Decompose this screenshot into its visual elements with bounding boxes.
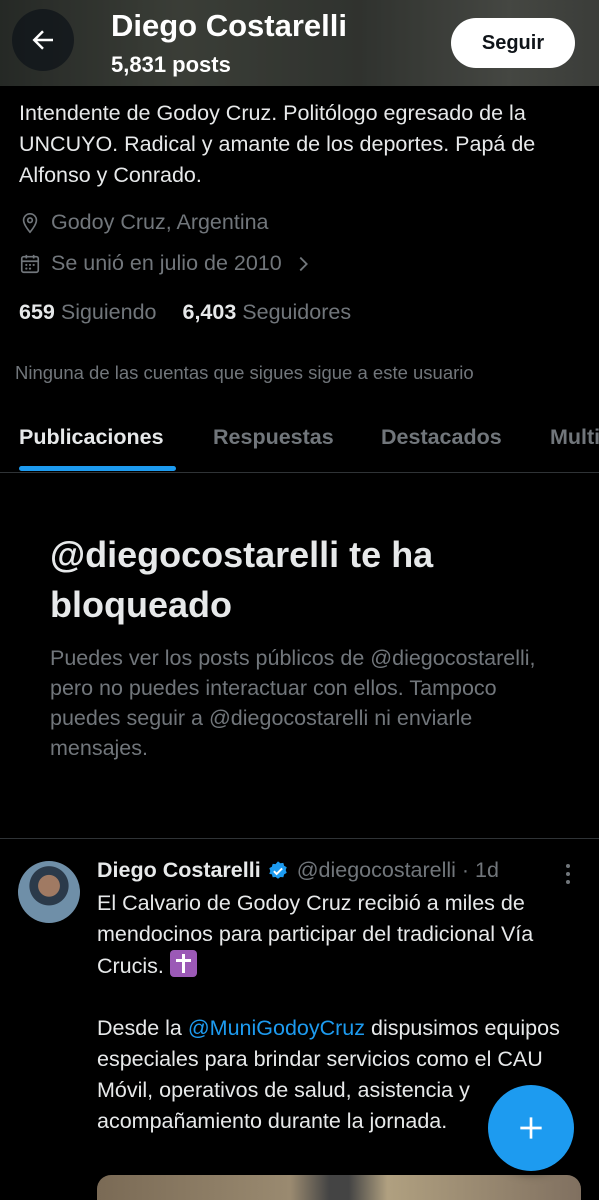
compose-plus-icon (520, 1117, 542, 1139)
back-arrow-icon (32, 30, 53, 50)
location-text: Godoy Cruz, Argentina (51, 210, 269, 234)
post-text-line1: El Calvario de Godoy Cruz recibió a mile… (97, 891, 534, 978)
post-mention-link[interactable]: @MuniGodoyCruz (188, 1016, 365, 1040)
joined-row[interactable]: Se unió en julio de 2010 (19, 251, 324, 276)
mutual-followers-note: Ninguna de las cuentas que sigues sigue … (15, 362, 474, 383)
profile-bio: Intendente de Godoy Cruz. Politólogo egr… (19, 101, 536, 187)
blocked-title: @diegocostarelli te ha bloqueado (50, 534, 434, 625)
compose-button[interactable] (488, 1085, 574, 1171)
blocked-description: Puedes ver los posts públicos de @diegoc… (50, 646, 536, 760)
post-text-pre: Desde la (97, 1016, 188, 1040)
post-header: Diego Costarelli @diegocostarelli · 1d (97, 858, 499, 883)
calendar-icon (20, 254, 40, 273)
active-tab-indicator (19, 466, 176, 471)
followers-stat[interactable]: 6,403 Seguidores (183, 300, 352, 325)
tab-respuestas[interactable]: Respuestas (213, 425, 334, 450)
back-button[interactable] (12, 9, 74, 71)
verified-badge-icon (268, 860, 287, 879)
profile-header: Diego Costarelli 5,831 posts Seguir (0, 0, 599, 86)
follow-stats: 659 Siguiendo 6,403 Seguidores (19, 300, 351, 325)
location-pin-icon (22, 212, 38, 233)
post-media-image[interactable] (97, 1175, 581, 1200)
follow-button[interactable]: Seguir (451, 18, 575, 68)
following-stat[interactable]: 659 Siguiendo (19, 300, 157, 325)
followers-count: 6,403 (182, 300, 237, 324)
divider (0, 838, 599, 839)
tab-publicaciones[interactable]: Publicaciones (19, 425, 164, 450)
following-count: 659 (19, 300, 55, 324)
profile-tabs: Publicaciones Respuestas Destacados Mult… (0, 405, 599, 473)
post-handle-time[interactable]: @diegocostarelli · 1d (297, 858, 499, 883)
post-author-name[interactable]: Diego Costarelli (97, 858, 261, 883)
joined-text: Se unió en julio de 2010 (51, 251, 282, 275)
followers-label: Seguidores (242, 300, 352, 324)
header-posts-count: 5,831 posts (111, 52, 231, 77)
following-label: Siguiendo (60, 300, 157, 324)
latin-cross-emoji (169, 950, 197, 977)
avatar[interactable] (18, 861, 80, 923)
tab-multimedia[interactable]: Multimedia (550, 425, 599, 450)
more-options-icon[interactable] (556, 862, 580, 886)
header-name: Diego Costarelli (111, 8, 347, 43)
tab-destacados[interactable]: Destacados (381, 425, 502, 450)
location-row: Godoy Cruz, Argentina (19, 210, 269, 235)
chevron-right-icon (299, 256, 308, 271)
